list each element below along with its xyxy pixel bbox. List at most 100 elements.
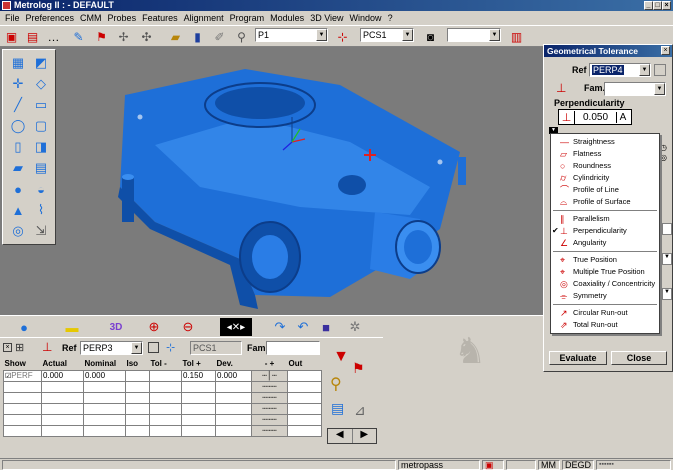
fit-view-icon[interactable]: ◂✕▸ [220,318,252,336]
globe-icon[interactable]: ● [14,318,34,336]
axes-icon[interactable]: ⊹ [334,28,351,45]
show-cell[interactable] [3,380,42,393]
menu-item-circular-runout[interactable]: ↗ Circular Run-out [551,307,659,319]
menu-modules[interactable]: Modules [267,13,307,23]
fam-combo[interactable]: ▼ [604,82,666,96]
side-circle-icon-1[interactable]: ◷ [660,143,667,152]
box-icon[interactable]: ▤ [31,158,51,178]
ref-option-button[interactable] [654,64,666,76]
side-dropdown[interactable]: ▼ [662,253,672,265]
chevron-down-icon[interactable]: ▼ [316,29,327,41]
menu-help[interactable]: ? [385,13,396,23]
extra-combo[interactable]: ▼ [447,28,501,42]
previous-arrow-icon[interactable]: ◀ [328,429,353,443]
table-row[interactable]: ┄┄┄ [3,424,322,437]
axes-icon[interactable]: ⊹ [166,341,175,354]
flag-icon[interactable]: ⚑ [352,360,374,378]
next-arrow-icon[interactable]: ▶ [353,429,377,443]
chevron-down-icon[interactable]: ▼ [402,29,413,41]
tolerance-frame[interactable]: ⊥ 0.050 A [558,109,632,125]
menu-preferences[interactable]: Preferences [23,13,78,23]
menu-item-profile-of-surface[interactable]: ⌓ Profile of Surface [551,196,659,208]
workspace-icon[interactable]: ▣ [3,28,20,45]
surface-icon[interactable]: ▭ [31,95,51,115]
menu-item-straightness[interactable]: — Straightness [551,136,659,148]
show-cell[interactable] [3,413,42,426]
report-icon[interactable]: ▤ [331,400,351,422]
menu-item-cylindricity[interactable]: ⌭ Cylindricity [551,172,659,184]
ref-option-button[interactable] [148,342,159,353]
table-row[interactable]: ┄┄┄ [3,391,322,404]
wand-icon[interactable]: ⚲ [233,28,250,45]
menu-item-multiple-true-position[interactable]: ⌖ Multiple True Position [551,266,659,278]
ref-combo[interactable]: PERP4 ▼ [589,63,651,77]
chevron-down-icon[interactable]: ▼ [131,342,142,354]
menu-item-total-runout[interactable]: ⇗ Total Run-out [551,319,659,331]
show-cell[interactable]: ☑PERF [3,369,42,382]
menu-alignment[interactable]: Alignment [181,13,227,23]
maximize-button[interactable]: □ [653,1,662,10]
parallelogram-icon[interactable]: ▰ [8,158,28,178]
feature-combo[interactable]: P1 ▼ [255,28,328,42]
close-results-icon[interactable]: × [3,343,12,352]
results-fam-field[interactable] [266,341,320,355]
probe-head-icon[interactable]: ⊿ [354,402,376,424]
statistics-icon[interactable]: ▥ [508,28,525,45]
side-circle-icon-2[interactable]: ◎ [660,153,667,162]
show-cell[interactable] [3,402,42,415]
results-ref-combo[interactable]: PERP3 ▼ [80,341,143,355]
menu-item-profile-of-line[interactable]: ⌒ Profile of Line [551,184,659,196]
menu-item-flatness[interactable]: ▱ Flatness [551,148,659,160]
3d-view-icon[interactable]: 3D [104,318,128,336]
table-row[interactable]: ☑PERF 0.000 0.000 0.150 0.000 ┄│┄ [3,369,322,382]
point-icon[interactable]: ✛ [8,74,28,94]
menu-probes[interactable]: Probes [105,13,140,23]
cube-icon[interactable]: ▦ [8,53,28,73]
menu-item-true-position[interactable]: ⌖ True Position [551,254,659,266]
close-window-button[interactable]: × [662,1,671,10]
rotate-back-icon[interactable]: ↶ [293,318,313,336]
close-button[interactable]: Close [611,351,667,365]
menu-item-angularity[interactable]: ∠ Angularity [551,237,659,249]
line-icon[interactable]: ╱ [8,95,28,115]
chevron-down-icon[interactable]: ▼ [639,64,650,76]
cone-icon[interactable]: ▲ [8,200,28,220]
menu-item-roundness[interactable]: ○ Roundness [551,160,659,172]
sphere-icon[interactable]: ● [8,179,28,199]
pcs-combo[interactable]: PCS1 ▼ [360,28,414,42]
measure-point-icon[interactable]: ✢ [115,28,132,45]
table-row[interactable]: ┄┄┄ [3,380,322,393]
cylinder-icon[interactable]: ▯ [8,137,28,157]
measure-icon[interactable]: ◩ [31,53,51,73]
more-icon[interactable]: … [45,28,62,45]
show-cell[interactable] [3,424,42,437]
menu-item-symmetry[interactable]: ⌯ Symmetry [551,290,659,302]
zoom-in-icon[interactable]: ⊕ [142,318,166,336]
side-field[interactable] [662,223,672,235]
side-dropdown-2[interactable]: ▼ [662,288,672,300]
car-icon[interactable]: ▬ [52,318,92,336]
minimize-button[interactable]: _ [644,1,653,10]
plane-icon[interactable]: ◇ [31,74,51,94]
evaluate-button[interactable]: Evaluate [549,351,607,365]
open-folder-icon[interactable]: ▰ [167,28,184,45]
rectangle-icon[interactable]: ▢ [31,116,51,136]
settings-icon[interactable]: ✲ [345,318,365,336]
save-icon[interactable]: ▮ [189,28,206,45]
new-program-icon[interactable]: ▤ [24,28,41,45]
slot-icon[interactable]: ◨ [31,137,51,157]
show-cell[interactable] [3,391,42,404]
tool-icon[interactable]: ✐ [211,28,228,45]
menu-item-parallelism[interactable]: ∥ Parallelism [551,213,659,225]
probe-icon[interactable]: ✎ [70,28,87,45]
rotate-icon[interactable]: ↷ [270,318,290,336]
torus-icon[interactable]: ◒ [31,179,51,199]
measure-line-icon[interactable]: ✣ [138,28,155,45]
circle-icon[interactable]: ◯ [8,116,28,136]
chevron-down-icon[interactable]: ▼ [489,29,500,41]
trash-icon[interactable]: ▼ [331,348,351,370]
menu-3d-view[interactable]: 3D View [307,13,346,23]
shade-icon[interactable]: ■ [316,318,336,336]
camera-icon[interactable]: ◙ [422,28,439,45]
distance-icon[interactable]: ⇲ [31,221,51,241]
